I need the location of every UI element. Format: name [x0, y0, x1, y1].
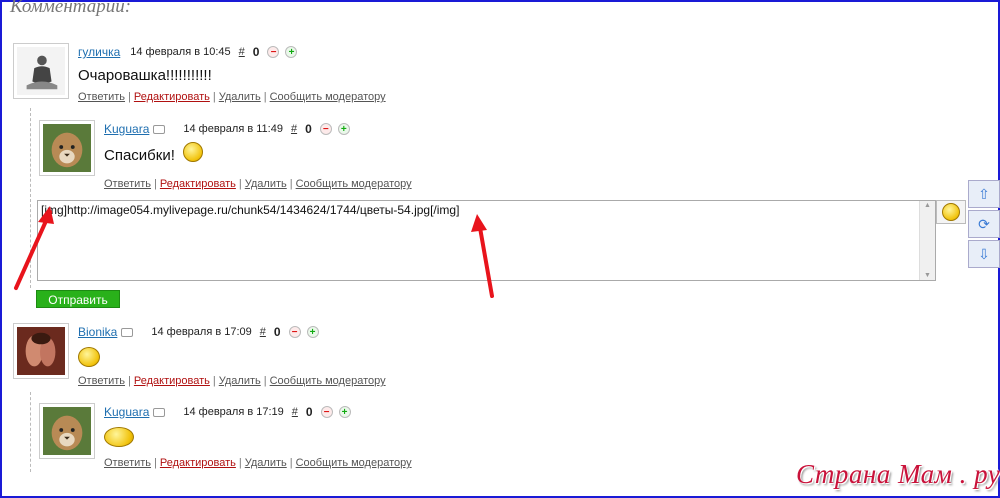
reply-link[interactable]: Ответить — [78, 91, 125, 103]
vote-down-button[interactable]: − — [288, 326, 301, 338]
reply-link[interactable]: Ответить — [104, 178, 151, 190]
textarea-scrollbar[interactable] — [919, 201, 935, 280]
permalink[interactable]: # — [239, 46, 245, 58]
delete-link[interactable]: Удалить — [245, 178, 287, 190]
comment-date: 14 февраля в 17:19 — [183, 406, 284, 418]
avatar-image — [17, 327, 65, 375]
separator: | — [238, 178, 242, 190]
separator: | — [263, 375, 267, 387]
permalink[interactable]: # — [292, 406, 298, 418]
avatar[interactable] — [13, 323, 69, 379]
comment: Kuguara 14 февраля в 11:49 # 0 − + Спаси… — [39, 120, 459, 184]
vote-up-button[interactable]: + — [306, 326, 319, 338]
author-link[interactable]: гуличка — [78, 45, 120, 59]
separator: | — [289, 457, 293, 469]
comment-date: 14 февраля в 11:49 — [183, 123, 283, 135]
delete-link[interactable]: Удалить — [245, 457, 287, 469]
message-bubble-icon[interactable] — [153, 124, 166, 134]
vote-down-button[interactable]: − — [319, 123, 332, 135]
report-link[interactable]: Сообщить модератору — [296, 457, 412, 469]
comment-text: Спасибки! — [104, 142, 204, 166]
separator: | — [212, 91, 216, 103]
author-link[interactable]: Bionika — [78, 325, 117, 339]
vote-up-button[interactable]: + — [337, 123, 350, 135]
message-bubble-icon[interactable] — [153, 407, 166, 417]
scroll-up-button[interactable]: ⇧ — [968, 180, 1000, 208]
avatar[interactable] — [13, 43, 69, 99]
delete-link[interactable]: Удалить — [219, 375, 261, 387]
separator: | — [128, 91, 131, 103]
separator: | — [128, 375, 131, 387]
edit-link[interactable]: Редактировать — [134, 375, 210, 387]
site-logo: Страна Мам . ру — [796, 459, 1000, 489]
report-link[interactable]: Сообщить модератору — [270, 375, 386, 387]
permalink[interactable]: # — [291, 123, 297, 135]
comment-text-value: Спасибки! — [104, 146, 175, 164]
edit-link[interactable]: Редактировать — [160, 178, 236, 190]
scroll-down-button[interactable]: ⇩ — [968, 240, 1000, 268]
side-scroll-buttons: ⇧ ⟳ ⇩ — [968, 180, 1000, 270]
separator: | — [289, 178, 293, 190]
annotation-arrow-right — [471, 214, 494, 298]
comment-actions: Ответить | Редактировать | Удалить | Сообщить … — [78, 375, 386, 387]
message-bubble-icon[interactable] — [121, 327, 134, 337]
reply-link[interactable]: Ответить — [104, 457, 151, 469]
dancing-smiley-icon — [104, 427, 134, 447]
comment-actions: Ответить | Редактировать | Удалить | Сообщить … — [104, 178, 412, 190]
annotation-arrow-left — [14, 206, 54, 290]
comment-actions: Ответить | Редактировать | Удалить | Сообщить … — [78, 91, 386, 103]
comments-heading: Комментарии: — [10, 0, 132, 17]
comment-text — [104, 427, 134, 447]
thumbs-up-smiley-icon — [78, 347, 100, 367]
vote-down-button[interactable]: − — [267, 46, 280, 58]
author-link[interactable]: Kuguara — [104, 122, 149, 136]
vote-score: 0 — [252, 45, 260, 59]
separator: | — [154, 457, 157, 469]
comment-text — [78, 347, 100, 367]
emoji-button[interactable] — [936, 200, 966, 224]
report-link[interactable]: Сообщить модератору — [296, 178, 412, 190]
separator: | — [212, 375, 216, 387]
comment-text: Очаровашка!!!!!!!!!!! — [78, 67, 212, 84]
edit-link[interactable]: Редактировать — [134, 91, 210, 103]
reply-text: [img]http://image054.mylivepage.ru/chunk… — [41, 203, 460, 217]
vote-score: 0 — [305, 405, 313, 419]
avatar-image — [17, 47, 65, 95]
comment-date: 14 февраля в 17:09 — [151, 326, 252, 338]
author-link[interactable]: Kuguara — [104, 405, 149, 419]
vote-down-button[interactable]: − — [320, 406, 333, 418]
vote-score: 0 — [273, 325, 281, 339]
smiley-icon — [942, 203, 960, 221]
smiley-icon — [183, 142, 204, 162]
refresh-button[interactable]: ⟳ — [968, 210, 1000, 238]
vote-score: 0 — [305, 122, 312, 136]
separator: | — [238, 457, 242, 469]
permalink[interactable]: # — [260, 326, 266, 338]
avatar[interactable] — [39, 403, 95, 459]
report-link[interactable]: Сообщить модератору — [270, 91, 386, 103]
comment-actions: Ответить | Редактировать | Удалить | Сообщить … — [104, 457, 412, 469]
vote-up-button[interactable]: + — [285, 46, 298, 58]
edit-link[interactable]: Редактировать — [160, 457, 236, 469]
delete-link[interactable]: Удалить — [219, 91, 261, 103]
avatar-image — [43, 124, 91, 172]
thread-guide-line — [30, 392, 31, 472]
avatar-image — [43, 407, 91, 455]
reply-link[interactable]: Ответить — [78, 375, 125, 387]
separator: | — [154, 178, 157, 190]
vote-up-button[interactable]: + — [338, 406, 351, 418]
comment-date: 14 февраля в 10:45 — [130, 46, 231, 58]
avatar[interactable] — [39, 120, 95, 176]
separator: | — [263, 91, 267, 103]
